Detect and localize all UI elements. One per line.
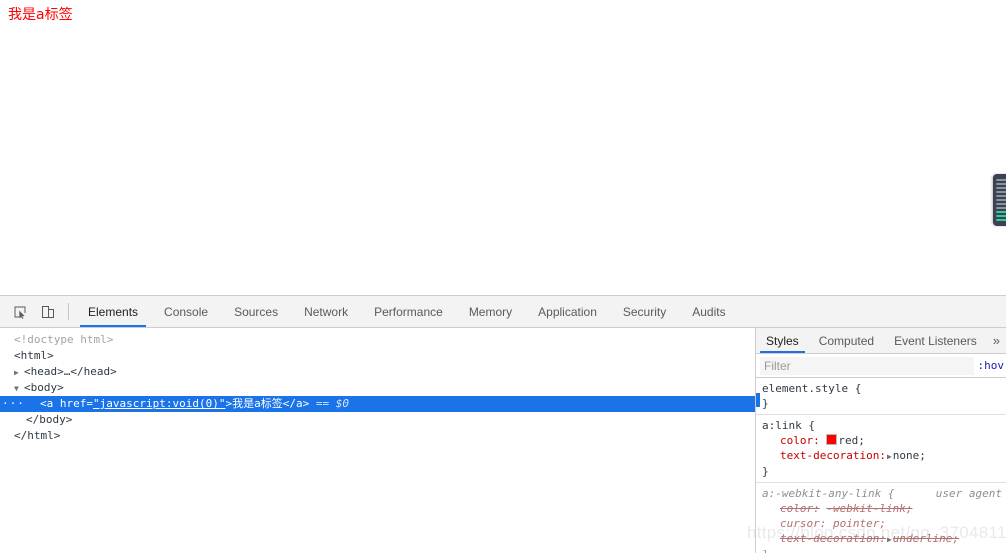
property-name: text-decoration: [780, 449, 886, 462]
devtools-toolbar: Elements Console Sources Network Perform… [0, 296, 1006, 328]
browser-page-viewport: 我是a标签 [0, 0, 1006, 295]
dom-row-body-open[interactable]: ▼<body> [0, 380, 755, 396]
property-value: underline; [893, 532, 959, 545]
dom-tag-text: <html> [14, 349, 54, 362]
force-hover-state-button[interactable]: :hov [976, 359, 1006, 372]
widget-bar [996, 191, 1006, 193]
dom-row-body-close[interactable]: </body> [0, 412, 755, 428]
dom-attr-value[interactable]: "javascript:void(0)" [93, 397, 225, 410]
tab-console[interactable]: Console [151, 296, 221, 327]
dom-tag-close: </a> [283, 397, 310, 410]
styles-filter-input[interactable] [760, 357, 974, 375]
property-value: pointer; [833, 517, 886, 530]
tab-styles[interactable]: Styles [756, 328, 809, 353]
dom-row-doctype[interactable]: <!doctype html> [0, 332, 755, 348]
dom-row-head[interactable]: ▶<head>…</head> [0, 364, 755, 380]
rule-scroll-marker [756, 393, 760, 407]
expand-triangle-icon[interactable]: ▶ [887, 449, 892, 464]
color-swatch[interactable] [826, 434, 837, 445]
style-rule-element-style[interactable]: element.style { } [756, 378, 1006, 415]
tab-sources[interactable]: Sources [221, 296, 291, 327]
rule-close-brace: } [762, 464, 1006, 479]
widget-bar [996, 187, 1006, 189]
rule-close-brace: } [762, 547, 1006, 553]
devtools-body: <!doctype html> <html> ▶<head>…</head> ▼… [0, 328, 1006, 553]
style-property-text-decoration[interactable]: text-decoration:▶none; [762, 448, 1006, 464]
widget-bar [996, 183, 1006, 185]
tab-performance[interactable]: Performance [361, 296, 456, 327]
dom-row-html-open[interactable]: <html> [0, 348, 755, 364]
dom-tag-text: </html> [14, 429, 60, 442]
widget-bar-accent [996, 215, 1006, 217]
styles-overflow-icon[interactable]: » [987, 328, 1006, 353]
styles-rules-list: element.style { } a:link { color: red; t… [756, 378, 1006, 553]
dom-tag-text: <body> [24, 381, 64, 394]
widget-bar [996, 195, 1006, 197]
tab-security[interactable]: Security [610, 296, 679, 327]
widget-bar [996, 203, 1006, 205]
widget-bar-accent [996, 211, 1006, 213]
property-value[interactable]: none [893, 449, 920, 462]
property-value: -webkit-link; [826, 502, 912, 515]
dom-row-anchor-selected[interactable]: ···<a href="javascript:void(0)">我是a标签</a… [0, 396, 755, 412]
dom-text-node: 我是a标签 [232, 397, 283, 410]
device-toolbar-icon[interactable] [34, 296, 62, 327]
widget-bar-accent [996, 219, 1006, 221]
toolbar-divider [68, 303, 69, 320]
property-value[interactable]: red [838, 434, 858, 447]
style-rule-a-link[interactable]: a:link { color: red; text-decoration:▶no… [756, 415, 1006, 483]
widget-bar [996, 179, 1006, 181]
property-semicolon: ; [919, 449, 926, 462]
property-semicolon: ; [858, 434, 865, 447]
rule-close-brace: } [762, 396, 1006, 411]
dom-row-html-close[interactable]: </html> [0, 428, 755, 444]
rule-selector[interactable]: element.style { [762, 381, 1006, 396]
chevron-down-icon[interactable]: ▼ [14, 381, 24, 397]
styles-filter-bar: :hov [756, 354, 1006, 378]
styles-pane: Styles Computed Event Listeners » :hov e… [756, 328, 1006, 553]
floating-panel-widget[interactable] [993, 174, 1006, 226]
tab-audits[interactable]: Audits [679, 296, 738, 327]
style-property-color[interactable]: color: red; [762, 433, 1006, 448]
tab-event-listeners[interactable]: Event Listeners [884, 328, 987, 353]
rule-source-label: user agent [936, 486, 1002, 501]
widget-bar [996, 199, 1006, 201]
devtools-tab-strip: Elements Console Sources Network Perform… [75, 296, 739, 327]
tab-memory[interactable]: Memory [456, 296, 525, 327]
style-property-text-decoration-ua: text-decoration:▶underline; [762, 531, 1006, 547]
chevron-right-icon[interactable]: ▶ [14, 365, 24, 381]
dom-selected-ref: == $0 [316, 397, 349, 410]
property-name: cursor: [780, 517, 826, 530]
style-property-color-ua: color: -webkit-link; [762, 501, 1006, 516]
inspect-element-icon[interactable] [6, 296, 34, 327]
dom-row-badge[interactable]: ··· [2, 396, 25, 412]
devtools-panel: Elements Console Sources Network Perform… [0, 295, 1006, 554]
tab-computed[interactable]: Computed [809, 328, 884, 353]
tab-application[interactable]: Application [525, 296, 610, 327]
property-name: color: [780, 434, 820, 447]
style-rule-webkit-any-link[interactable]: user agent a:-webkit-any-link { color: -… [756, 483, 1006, 553]
property-name: color: [780, 502, 820, 515]
dom-attr-name: href= [60, 397, 93, 410]
rule-selector[interactable]: a:link { [762, 418, 1006, 433]
page-anchor-link[interactable]: 我是a标签 [8, 6, 73, 24]
dom-tag-text: </body> [26, 413, 72, 426]
tab-elements[interactable]: Elements [75, 296, 151, 327]
styles-tab-strip: Styles Computed Event Listeners » [756, 328, 1006, 354]
dom-tree-pane[interactable]: <!doctype html> <html> ▶<head>…</head> ▼… [0, 328, 756, 553]
dom-tag-text: <head>…</head> [24, 365, 117, 378]
expand-triangle-icon[interactable]: ▶ [887, 532, 892, 547]
widget-bar [996, 207, 1006, 209]
tab-network[interactable]: Network [291, 296, 361, 327]
dom-tag-open: <a [40, 397, 60, 410]
dom-doctype-text: <!doctype html> [14, 333, 113, 346]
property-name: text-decoration: [780, 532, 886, 545]
style-property-cursor-ua: cursor: pointer; [762, 516, 1006, 531]
